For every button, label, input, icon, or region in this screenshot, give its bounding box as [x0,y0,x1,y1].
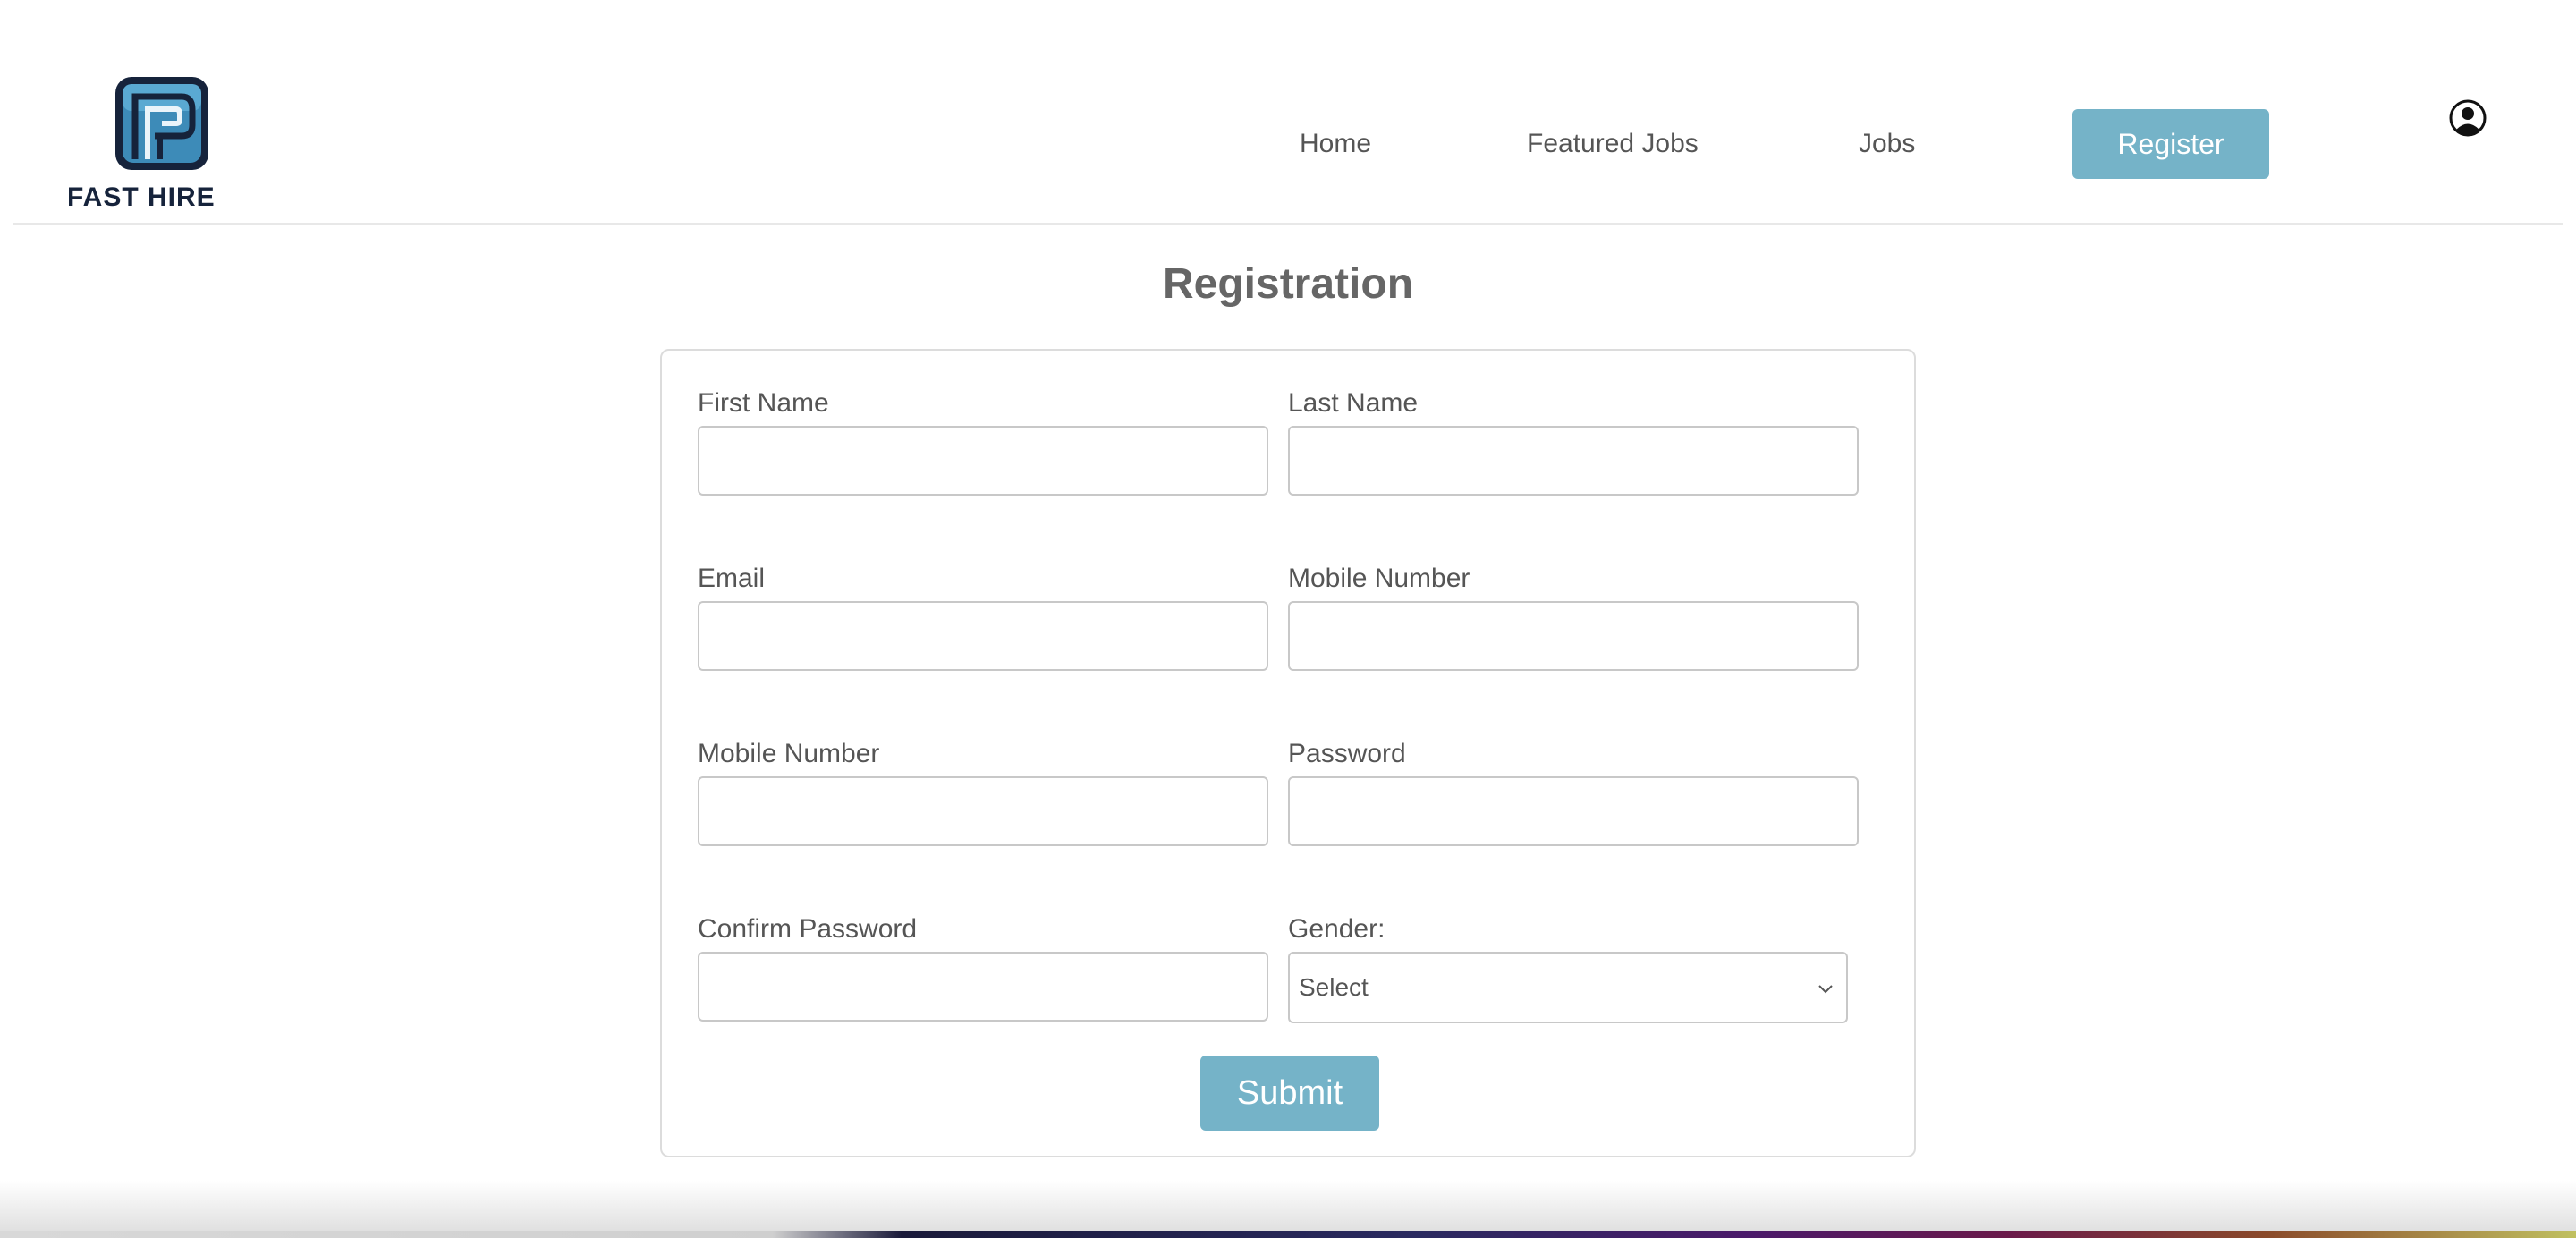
nav-home-link[interactable]: Home [1300,109,1371,179]
first-name-input[interactable] [698,426,1268,496]
user-account-icon[interactable] [2448,98,2487,138]
page-title: Registration [1162,260,1414,308]
gender-select[interactable]: Select [1288,952,1848,1023]
mobile-number-2-input[interactable] [698,776,1268,846]
submit-button[interactable]: Submit [1200,1056,1379,1131]
last-name-input[interactable] [1288,426,1859,496]
nav-jobs-link[interactable]: Jobs [1859,109,1915,179]
email-input[interactable] [698,601,1268,671]
last-name-label: Last Name [1288,388,1419,418]
chevron-down-icon [1818,985,1833,994]
first-name-label: First Name [698,388,829,418]
email-label: Email [698,564,766,593]
password-input[interactable] [1288,776,1859,846]
desktop-edge-strip [0,1231,2576,1238]
registration-form: First Name Last Name Email Mobile Number… [660,349,1916,1157]
mobile-number-input[interactable] [1288,601,1859,671]
nav-featured-jobs-link[interactable]: Featured Jobs [1527,109,1699,179]
bottom-shadow [0,1181,2576,1238]
mobile-number-2-label: Mobile Number [698,739,880,768]
nav-register-button[interactable]: Register [2072,109,2269,179]
password-label: Password [1288,739,1406,768]
gender-selected-value: Select [1299,973,1368,1001]
gender-label: Gender: [1288,914,1385,944]
mobile-number-label: Mobile Number [1288,564,1470,593]
brand-name: FAST HIRE [67,182,216,212]
confirm-password-input[interactable] [698,952,1268,1022]
site-header: FAST HIRE Home Featured Jobs Jobs Regist… [13,0,2563,225]
main-nav: Home Featured Jobs Jobs Register [13,109,2563,179]
confirm-password-label: Confirm Password [698,914,918,944]
